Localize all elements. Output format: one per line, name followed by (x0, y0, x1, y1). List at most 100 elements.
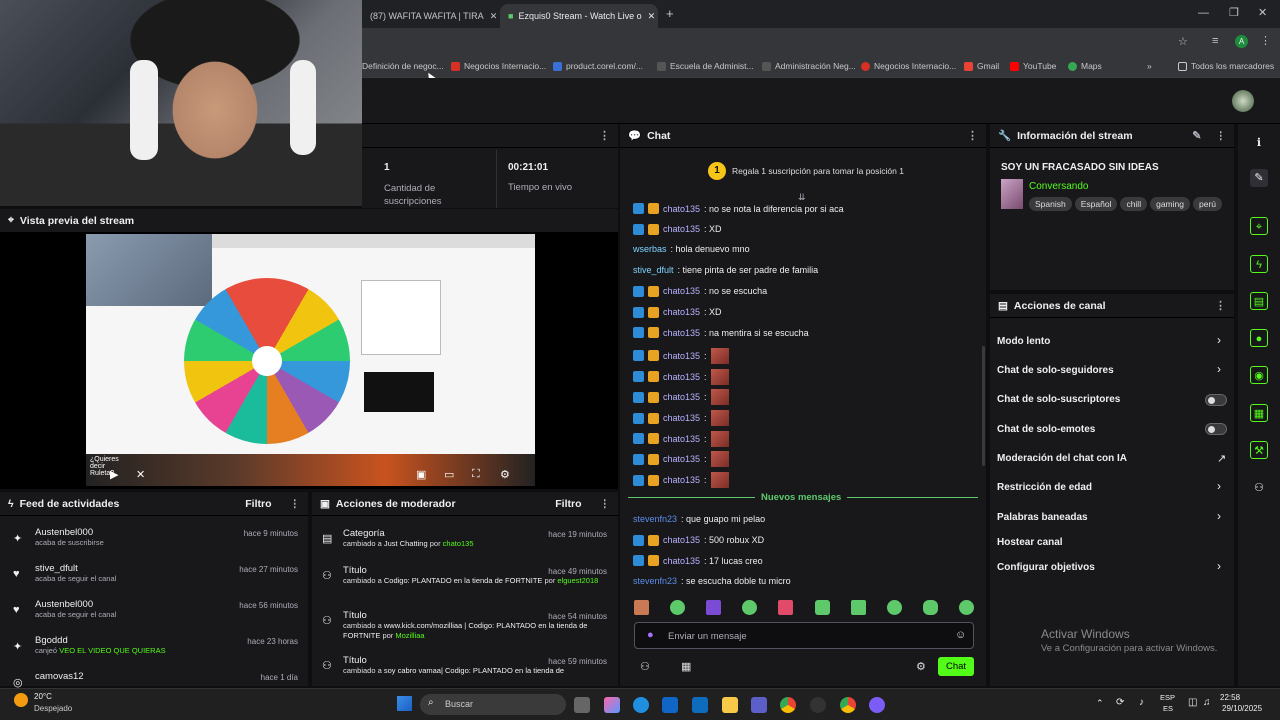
chat-settings-icon[interactable]: ⚙ (916, 660, 926, 673)
chat-username[interactable]: chato135 (663, 351, 700, 361)
chat-username[interactable]: stive_dfult (633, 265, 674, 275)
bookmark-item[interactable]: Escuela de Administ... (657, 61, 754, 71)
slow-mode-item[interactable]: Modo lento (997, 336, 1050, 347)
more-icon[interactable]: ⋮ (967, 129, 978, 142)
outlook-icon[interactable] (692, 697, 708, 713)
close-window-icon[interactable]: ✕ (1258, 6, 1267, 19)
teams-icon[interactable] (751, 697, 767, 713)
chat-message[interactable]: chato135: 17 lucas creo (633, 555, 763, 567)
focus-icon[interactable]: ⌖ (1250, 217, 1268, 235)
taskview-icon[interactable] (574, 697, 590, 713)
bookmark-item[interactable]: Administración Neg... (762, 61, 856, 71)
feed-username[interactable]: Austenbel000 (35, 599, 116, 610)
feed-item[interactable]: Austenbel000 acaba de seguir el canal (35, 599, 116, 619)
bookmark-item[interactable]: YouTube (1010, 61, 1056, 71)
chat-message[interactable]: chato135: (633, 389, 729, 406)
minimize-icon[interactable]: — (1198, 7, 1209, 19)
tag[interactable]: chill (1120, 197, 1148, 211)
chat-username[interactable]: chato135 (663, 413, 700, 423)
obs-icon[interactable] (810, 697, 826, 713)
bookmark-item[interactable]: product.corel.com/... (553, 61, 643, 71)
volume-icon[interactable]: ♫ (1203, 697, 1211, 708)
chat-message[interactable]: chato135: (633, 430, 729, 447)
profile-avatar[interactable]: A (1235, 35, 1248, 48)
clock-date[interactable]: 29/10/2025 (1222, 704, 1262, 713)
theater-icon[interactable]: ▭ (444, 468, 454, 481)
chrome-icon[interactable] (840, 697, 856, 713)
tag[interactable]: gaming (1150, 197, 1190, 211)
emote-icon[interactable] (706, 600, 722, 615)
more-icon[interactable]: ⋮ (1216, 130, 1227, 142)
more-icon[interactable]: ⋮ (1215, 299, 1226, 312)
tag[interactable]: perú (1192, 197, 1222, 211)
channel-points-icon[interactable]: ⚇ (1250, 479, 1268, 497)
store-icon[interactable]: ▦ (681, 660, 691, 673)
windows-start-icon[interactable] (397, 696, 412, 711)
feed-item[interactable]: camovas12 (35, 671, 84, 682)
chat-message[interactable]: chato135: (633, 410, 729, 426)
preview-video[interactable]: ¿Quieres decir Ruleta? ▶ ✕ ▣ ▭ ⛶ ⚙ (86, 234, 535, 486)
layout-icon[interactable]: ▦ (1250, 404, 1268, 422)
chat-message[interactable]: stevenfn23: se escucha doble tu micro (633, 576, 791, 586)
mod-action-user[interactable]: elguest2018 (557, 576, 598, 585)
close-icon[interactable]: ✕ (648, 11, 656, 22)
external-link-icon[interactable]: ↗ (1217, 452, 1226, 465)
emote-icon[interactable] (958, 600, 974, 615)
more-icon[interactable]: ⋮ (599, 129, 610, 142)
star-icon[interactable]: ☆ (1178, 35, 1188, 48)
bookmark-item[interactable]: Gmail (964, 61, 999, 71)
host-channel-item[interactable]: Hostear canal (997, 537, 1063, 548)
clock-time[interactable]: 22:58 (1220, 693, 1240, 702)
feed-username[interactable]: camovas12 (35, 671, 84, 682)
discord-icon[interactable] (869, 697, 885, 713)
chat-username[interactable]: chato135 (663, 434, 700, 444)
chat-message[interactable]: chato135: (633, 451, 729, 468)
feed-username[interactable]: Bgoddd (35, 635, 166, 646)
chat-message[interactable]: chato135: (633, 472, 729, 489)
emote-icon[interactable] (922, 600, 938, 615)
broadcast-icon[interactable]: ◉ (1250, 366, 1268, 384)
chevron-right-icon[interactable]: › (1217, 479, 1221, 493)
chevron-right-icon[interactable]: › (1217, 362, 1221, 376)
more-icon[interactable]: ⋮ (600, 498, 611, 510)
mod-action-user[interactable]: chato135 (443, 539, 474, 548)
emote-icon[interactable] (670, 600, 686, 615)
filter-button[interactable]: Filtro (555, 498, 581, 510)
mod-action-user[interactable]: Mozilliaa (395, 631, 424, 640)
chat-username[interactable]: chato135 (663, 286, 700, 296)
settings-icon[interactable]: ⚙ (500, 468, 510, 481)
chat-username[interactable]: chato135 (663, 535, 700, 545)
goals-item[interactable]: Configurar objetivos (997, 562, 1095, 573)
bookmark-item[interactable]: Maps (1068, 61, 1102, 71)
bookmark-item[interactable]: Negocios Internacio... (451, 61, 546, 71)
explorer-icon[interactable] (722, 697, 738, 713)
close-icon[interactable]: ✕ (490, 11, 498, 22)
chat-username[interactable]: chato135 (663, 556, 700, 566)
store-icon[interactable] (662, 697, 678, 713)
wrench-icon[interactable]: ⚒ (1250, 441, 1268, 459)
chat-username[interactable]: chato135 (663, 454, 700, 464)
chat-message[interactable]: wserbas: hola denuevo mno (633, 244, 750, 254)
chat-message[interactable]: chato135: na mentira si se escucha (633, 327, 809, 339)
followers-only-item[interactable]: Chat de solo-seguidores (997, 365, 1114, 376)
chat-username[interactable]: stevenfn23 (633, 576, 677, 586)
chat-message[interactable]: stevenfn23: que guapo mi pelao (633, 514, 765, 524)
edit-icon[interactable]: ✎ (1192, 129, 1201, 142)
mic-icon[interactable]: ● (647, 629, 654, 641)
emoji-icon[interactable]: ☺ (955, 629, 966, 641)
emote-icon[interactable] (814, 600, 830, 615)
chat-message[interactable]: chato135: XD (633, 223, 722, 235)
network-tray-icon[interactable]: ⟳ (1116, 697, 1124, 708)
fullscreen-icon[interactable]: ⛶ (472, 468, 480, 481)
bookmark-item[interactable]: Negocios Internacio... (861, 61, 956, 71)
subs-only-toggle[interactable] (1205, 394, 1227, 406)
feed-item[interactable]: Austenbel000 acaba de suscribirse (35, 527, 104, 547)
chat-username[interactable]: chato135 (663, 392, 700, 402)
emote-icon[interactable] (742, 600, 758, 615)
chat-message[interactable]: chato135: no se nota la diferencia por s… (633, 203, 844, 214)
feed-username[interactable]: stive_dfult (35, 563, 116, 574)
restore-icon[interactable]: ❐ (1229, 6, 1239, 19)
tray-chevron-icon[interactable]: ⌃ (1096, 698, 1104, 709)
taskbar-search[interactable]: ⌕ Buscar (420, 694, 566, 715)
new-tab-button[interactable]: + (666, 6, 674, 21)
